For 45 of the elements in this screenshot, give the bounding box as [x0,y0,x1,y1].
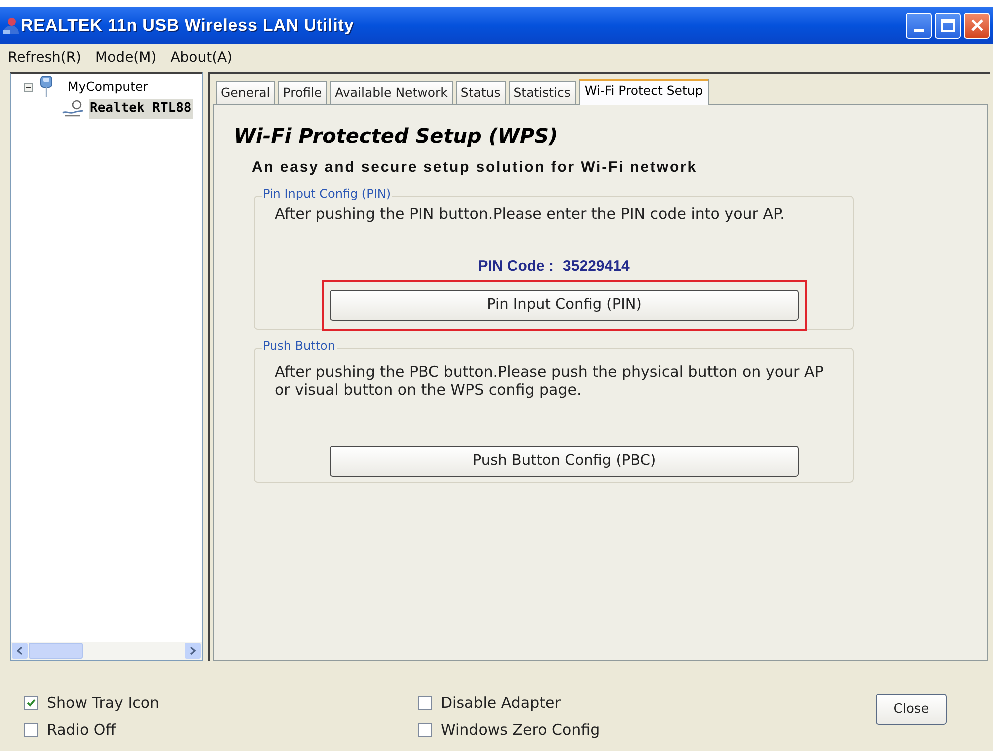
tab[interactable]: Profile [278,81,328,104]
menu-item[interactable]: Refresh(R) [8,48,82,68]
close-window-button[interactable] [964,12,990,38]
maximize-button[interactable] [935,12,961,38]
close-icon [970,19,984,32]
scroll-left-button[interactable] [12,643,28,659]
checkbox[interactable] [24,723,38,737]
group-description: After pushing the PBC button.Please push the physical button on your AP or visual button on the WPS config page. [275,363,824,399]
collapse-toggle-icon[interactable] [24,82,33,92]
tab[interactable]: Status [456,81,506,104]
tab[interactable]: Statistics [508,81,576,104]
checkbox[interactable] [24,696,38,710]
checkbox-label[interactable]: Radio Off [47,720,116,740]
tab[interactable]: Available Network [330,81,453,104]
group-description: After pushing the PIN button.Please enter the PIN code into your AP. [275,205,785,223]
minimize-button[interactable] [906,12,932,38]
scrollbar-thumb[interactable] [29,643,83,659]
tree-item[interactable]: MyComputer [67,78,150,96]
config-button[interactable]: Push Button Config (PBC) [330,446,799,477]
window-title: REALTEK 11n USB Wireless LAN Utility [21,14,354,37]
group-legend: Pin Input Config (PIN) [262,186,392,203]
checkbox-label[interactable]: Windows Zero Config [441,720,600,740]
adapter-icon [62,100,86,118]
maximize-icon [941,19,955,32]
minimize-icon [914,28,924,32]
menu-item[interactable]: Mode(M) [96,48,157,68]
computer-icon [39,76,55,98]
panel-subtitle: An easy and secure setup solution for Wi-Fi network [252,159,698,177]
tab[interactable]: Wi-Fi Protect Setup [578,79,710,105]
config-button[interactable]: Pin Input Config (PIN) [330,290,799,321]
horizontal-scrollbar[interactable] [11,642,202,660]
checkbox[interactable] [418,696,432,710]
checkbox-label[interactable]: Disable Adapter [441,693,561,713]
tab[interactable]: General [216,81,276,104]
app-icon [3,16,19,36]
tree-item[interactable]: Realtek RTL88 [89,99,193,119]
checkbox[interactable] [418,723,432,737]
pin-label: PIN Code : [478,258,554,276]
close-button[interactable]: Close [876,694,947,725]
check-icon [26,699,36,707]
scroll-right-button[interactable] [185,643,201,659]
menu-item[interactable]: About(A) [170,48,233,68]
panel-title: Wi-Fi Protected Setup (WPS) [234,123,558,149]
checkbox-label[interactable]: Show Tray Icon [47,693,160,713]
pin-value: 35229414 [563,258,630,276]
